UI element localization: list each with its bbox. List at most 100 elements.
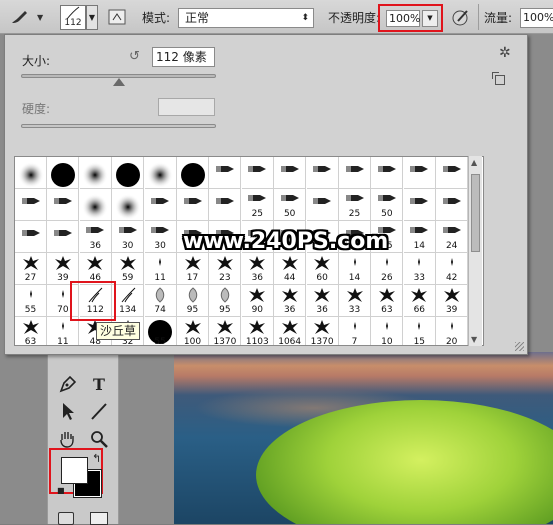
flow-input[interactable]: 100% [520, 8, 553, 28]
scroll-down-icon[interactable]: ▼ [471, 335, 477, 344]
brush-preset-0-6[interactable] [209, 157, 242, 189]
brush-preset-1-3[interactable] [112, 189, 145, 221]
quick-mask-icon[interactable] [58, 512, 74, 525]
brush-preset-0-12[interactable] [403, 157, 436, 189]
brush-preset-0-1[interactable] [47, 157, 80, 189]
brush-preset-4-0[interactable]: 55 [15, 285, 47, 317]
brush-preset-1-9[interactable] [306, 189, 339, 221]
brush-preset-5-10[interactable]: 7 [339, 317, 371, 345]
brush-preset-4-4[interactable]: 74 [144, 285, 177, 317]
brush-preset-5-1[interactable]: 11 [47, 317, 80, 345]
brush-preset-2-0[interactable] [15, 221, 47, 253]
brush-preset-0-5[interactable] [177, 157, 209, 189]
pen-tool-icon[interactable] [56, 374, 78, 396]
brush-preset-0-9[interactable] [306, 157, 339, 189]
brush-preset-2-1[interactable] [47, 221, 80, 253]
brush-preset-1-7[interactable]: 25 [241, 189, 274, 221]
brush-preset-2-4[interactable]: 30 [144, 221, 177, 253]
brush-grid-scrollbar[interactable]: ▲ ▼ [468, 156, 482, 346]
brush-preset-2-2[interactable]: 36 [79, 221, 112, 253]
default-colors-icon[interactable]: ■ [57, 486, 65, 495]
brush-preset-3-10[interactable]: 14 [339, 253, 371, 285]
brush-preset-1-10[interactable]: 25 [339, 189, 371, 221]
brush-preset-3-9[interactable]: 60 [306, 253, 339, 285]
brush-preset-1-2[interactable] [79, 189, 112, 221]
brush-preset-4-9[interactable]: 36 [306, 285, 339, 317]
brush-preset-1-13[interactable] [436, 189, 469, 221]
brush-picker-dropdown[interactable]: ▼ [86, 5, 98, 30]
brush-preset-3-12[interactable]: 33 [403, 253, 436, 285]
resize-grip-icon[interactable] [515, 342, 524, 351]
brush-preset-3-8[interactable]: 44 [274, 253, 307, 285]
brush-preset-4-7[interactable]: 90 [241, 285, 274, 317]
brush-preset-2-12[interactable]: 14 [403, 221, 436, 253]
tool-preset-caret-icon[interactable]: ▼ [37, 13, 43, 22]
brush-preset-5-13[interactable]: 20 [436, 317, 469, 345]
brush-preset-5-9[interactable]: 1370 [307, 317, 339, 345]
brush-preset-4-12[interactable]: 66 [403, 285, 436, 317]
brush-preset-1-12[interactable] [403, 189, 436, 221]
brush-preset-1-0[interactable] [15, 189, 47, 221]
brush-preset-0-3[interactable] [112, 157, 145, 189]
brush-preset-0-10[interactable] [339, 157, 371, 189]
brush-preset-5-11[interactable]: 10 [371, 317, 404, 345]
brush-preset-3-13[interactable]: 42 [436, 253, 469, 285]
pressure-opacity-icon[interactable] [450, 7, 472, 27]
opacity-slider-dropdown[interactable]: ▼ [422, 10, 438, 27]
brush-preset-4-6[interactable]: 95 [209, 285, 242, 317]
brush-preset-2-3[interactable]: 30 [112, 221, 145, 253]
brush-preset-0-8[interactable] [274, 157, 307, 189]
brush-preset-1-5[interactable] [177, 189, 209, 221]
hand-tool-icon[interactable] [56, 428, 78, 450]
foreground-color-swatch[interactable] [61, 457, 88, 484]
size-slider-thumb[interactable] [112, 78, 125, 86]
brush-preset-1-11[interactable]: 50 [371, 189, 404, 221]
brush-preset-0-2[interactable] [79, 157, 112, 189]
brush-preset-4-13[interactable]: 39 [436, 285, 469, 317]
brush-preset-5-0[interactable]: 63 [15, 317, 47, 345]
brush-preset-3-3[interactable]: 59 [112, 253, 145, 285]
brush-preset-1-1[interactable] [47, 189, 80, 221]
brush-preset-3-5[interactable]: 17 [177, 253, 209, 285]
brush-preset-4-5[interactable]: 95 [177, 285, 209, 317]
brush-preset-1-8[interactable]: 50 [274, 189, 307, 221]
scroll-thumb[interactable] [471, 174, 480, 252]
new-preset-icon[interactable] [492, 72, 505, 85]
brush-preset-5-8[interactable]: 1064 [274, 317, 307, 345]
path-selection-icon[interactable] [56, 400, 78, 422]
mode-select[interactable]: 正常 ⬍ [178, 8, 314, 28]
size-input[interactable]: 112 像素 [152, 47, 215, 67]
brush-preset-1-6[interactable] [209, 189, 242, 221]
toggle-brush-panel-icon[interactable] [107, 8, 127, 26]
screen-mode-icon[interactable] [90, 512, 108, 525]
brush-preset-3-4[interactable]: 11 [144, 253, 177, 285]
brush-preset-0-4[interactable] [144, 157, 177, 189]
brush-preset-0-7[interactable] [241, 157, 274, 189]
brush-preset-4-8[interactable]: 36 [274, 285, 307, 317]
brush-preset-5-4[interactable]: 55 [145, 317, 177, 345]
scroll-up-icon[interactable]: ▲ [471, 158, 477, 167]
type-tool-icon[interactable]: T [88, 374, 110, 396]
brush-preset-5-6[interactable]: 1370 [209, 317, 242, 345]
brush-preset-3-11[interactable]: 26 [371, 253, 404, 285]
brush-preset-3-7[interactable]: 36 [241, 253, 274, 285]
brush-preset-0-0[interactable] [15, 157, 47, 189]
brush-preset-3-6[interactable]: 23 [209, 253, 242, 285]
brush-preset-4-11[interactable]: 63 [371, 285, 404, 317]
brush-preset-1-4[interactable] [144, 189, 177, 221]
brush-preset-4-3[interactable]: 134 [112, 285, 145, 317]
gear-icon[interactable]: ✲ [499, 45, 511, 61]
brush-preset-3-0[interactable]: 27 [15, 253, 47, 285]
brush-preset-picker[interactable]: 112 [60, 5, 86, 30]
line-tool-icon[interactable] [88, 400, 110, 422]
swap-colors-icon[interactable]: ↰ [92, 452, 101, 465]
zoom-tool-icon[interactable] [88, 428, 110, 450]
brush-preset-5-5[interactable]: 100 [177, 317, 209, 345]
brush-preset-5-12[interactable]: 15 [404, 317, 436, 345]
brush-preset-5-7[interactable]: 1103 [242, 317, 274, 345]
brush-preset-0-11[interactable] [371, 157, 404, 189]
reset-size-icon[interactable]: ↺ [129, 50, 143, 64]
opacity-input[interactable]: 100% [386, 10, 420, 27]
brush-preset-4-10[interactable]: 33 [339, 285, 371, 317]
brush-preset-0-13[interactable] [436, 157, 469, 189]
